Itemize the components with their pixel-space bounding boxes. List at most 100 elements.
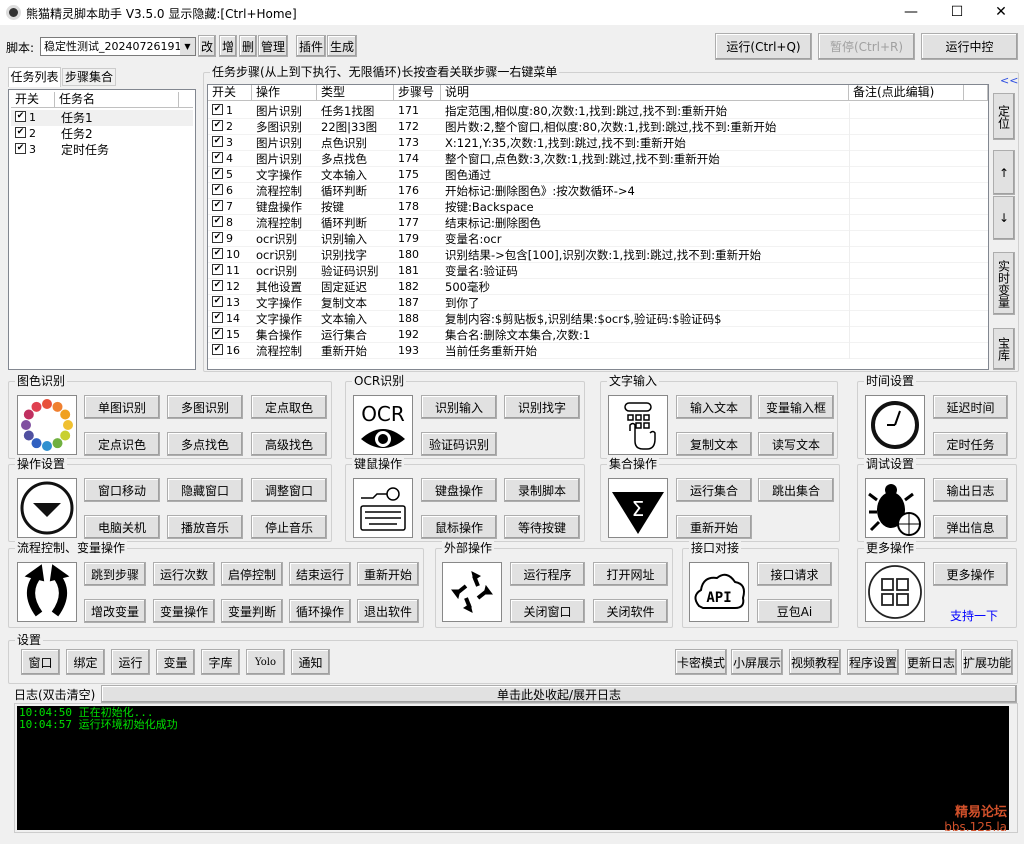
step-switch[interactable]: ✔ 8 (208, 215, 252, 231)
step-note-cell[interactable] (849, 263, 964, 279)
step-switch[interactable]: ✔ 6 (208, 183, 252, 199)
flow-button[interactable]: 运行次数 (153, 562, 215, 586)
color-button[interactable]: 单图识别 (84, 395, 160, 419)
checkbox-icon[interactable]: ✔ (212, 136, 223, 147)
time-button[interactable]: 延迟时间 (933, 395, 1008, 419)
settings-button[interactable]: 视频教程 (789, 649, 841, 675)
text-button[interactable]: 读写文本 (758, 432, 834, 456)
minimize-button[interactable]: — (888, 0, 934, 25)
step-switch[interactable]: ✔ 14 (208, 311, 252, 327)
step-row[interactable]: ✔ 3 图片识别 点色识别 173 X:121,Y:35,次数:1,找到:跳过,找不到:重… (208, 135, 988, 151)
chevron-down-icon[interactable]: ▼ (180, 38, 195, 55)
op-button[interactable]: 窗口移动 (84, 478, 160, 502)
checkbox-icon[interactable]: ✔ (212, 104, 223, 115)
support-link[interactable]: 支持一下 (950, 607, 998, 624)
flow-button[interactable]: 变量操作 (153, 599, 215, 623)
step-row[interactable]: ✔ 10 ocr识别 识别找字 180 识别结果->包含[100],识别次数:1,找到:跳… (208, 247, 988, 263)
step-note-cell[interactable] (849, 231, 964, 247)
task-switch[interactable]: ✔ 1 (11, 110, 55, 126)
op-button[interactable]: 隐藏窗口 (167, 478, 243, 502)
flow-button[interactable]: 结束运行 (289, 562, 351, 586)
flow-button[interactable]: 增改变量 (84, 599, 146, 623)
checkbox-icon[interactable]: ✔ (212, 216, 223, 227)
ext-button[interactable]: 关闭软件 (593, 599, 668, 623)
more-button[interactable]: 更多操作 (933, 562, 1008, 586)
add-script-button[interactable]: 增 (219, 35, 237, 57)
op-button[interactable]: 调整窗口 (251, 478, 327, 502)
close-button[interactable]: ✕ (978, 0, 1024, 25)
op-button[interactable]: 停止音乐 (251, 515, 327, 539)
checkbox-icon[interactable]: ✔ (212, 152, 223, 163)
settings-button[interactable]: 变量 (156, 649, 195, 675)
steps-table[interactable]: 开关 操作 类型 步骤号 说明 备注(点此编辑) ✔ 1 图片识别 任务1找图 171 指定范围,相… (207, 84, 989, 370)
generate-button[interactable]: 生成 (327, 35, 357, 57)
toggle-log-button[interactable]: 单击此处收起/展开日志 (101, 685, 1017, 703)
step-row[interactable]: ✔ 16 流程控制 重新开始 193 当前任务重新开始 (208, 343, 988, 359)
step-note-cell[interactable] (849, 199, 964, 215)
step-switch[interactable]: ✔ 16 (208, 343, 252, 359)
step-note-cell[interactable] (849, 183, 964, 199)
step-note-cell[interactable] (849, 295, 964, 311)
text-button[interactable]: 输入文本 (676, 395, 752, 419)
step-row[interactable]: ✔ 13 文字操作 复制文本 187 到你了 (208, 295, 988, 311)
step-switch[interactable]: ✔ 2 (208, 119, 252, 135)
checkbox-icon[interactable]: ✔ (212, 120, 223, 131)
steps-col-header[interactable]: 步骤号 (394, 85, 441, 101)
delete-script-button[interactable]: 删 (239, 35, 257, 57)
log-output[interactable]: 10:04:50 正在初始化... 10:04:57 运行环境初始化成功 (17, 706, 1009, 830)
task-switch[interactable]: ✔ 3 (11, 142, 55, 158)
checkbox-icon[interactable]: ✔ (15, 111, 26, 122)
script-select[interactable]: 稳定性测试_2024072619191 ▼ (40, 37, 196, 56)
live-variables-button[interactable]: 实时变量 (993, 252, 1015, 315)
settings-button[interactable]: 小屏展示 (731, 649, 783, 675)
ocr-button[interactable]: 验证码识别 (421, 432, 497, 456)
color-button[interactable]: 多点找色 (167, 432, 243, 456)
checkbox-icon[interactable]: ✔ (15, 143, 26, 154)
step-note-cell[interactable] (849, 343, 964, 359)
settings-button[interactable]: 更新日志 (905, 649, 957, 675)
collapse-button[interactable]: << (1000, 74, 1018, 87)
step-row[interactable]: ✔ 14 文字操作 文本输入 188 复制内容:$剪贴板$,识别结果:$ocr$,验证码:… (208, 311, 988, 327)
op-button[interactable]: 电脑关机 (84, 515, 160, 539)
step-row[interactable]: ✔ 6 流程控制 循环判断 176 开始标记:删除图色》:按次数循环->4 (208, 183, 988, 199)
km-button[interactable]: 等待按键 (504, 515, 580, 539)
flow-button[interactable]: 变量判断 (221, 599, 283, 623)
run-button[interactable]: 运行(Ctrl+Q) (715, 33, 812, 60)
settings-button[interactable]: 程序设置 (847, 649, 899, 675)
step-switch[interactable]: ✔ 13 (208, 295, 252, 311)
color-button[interactable]: 多图识别 (167, 395, 243, 419)
set-button[interactable]: 运行集合 (676, 478, 752, 502)
settings-button[interactable]: Yolo (246, 649, 285, 675)
text-button[interactable]: 变量输入框 (758, 395, 834, 419)
step-switch[interactable]: ✔ 7 (208, 199, 252, 215)
checkbox-icon[interactable]: ✔ (212, 248, 223, 259)
color-button[interactable]: 定点取色 (251, 395, 327, 419)
step-row[interactable]: ✔ 8 流程控制 循环判断 177 结束标记:删除图色 (208, 215, 988, 231)
task-row[interactable]: ✔ 2 任务2 (11, 126, 193, 142)
checkbox-icon[interactable]: ✔ (212, 232, 223, 243)
step-switch[interactable]: ✔ 9 (208, 231, 252, 247)
settings-button[interactable]: 字库 (201, 649, 240, 675)
task-list[interactable]: 开关 任务名 ✔ 1 任务1 ✔ 2 任务2 ✔ 3 定时任务 (8, 89, 196, 370)
log-scrollbar[interactable] (1009, 706, 1017, 830)
debug-button[interactable]: 输出日志 (933, 478, 1008, 502)
checkbox-icon[interactable]: ✔ (212, 184, 223, 195)
ocr-button[interactable]: 识别找字 (504, 395, 580, 419)
step-row[interactable]: ✔ 11 ocr识别 验证码识别 181 变量名:验证码 (208, 263, 988, 279)
color-button[interactable]: 定点识色 (84, 432, 160, 456)
step-switch[interactable]: ✔ 3 (208, 135, 252, 151)
step-note-cell[interactable] (849, 119, 964, 135)
steps-col-header[interactable]: 类型 (317, 85, 394, 101)
steps-col-header[interactable]: 说明 (441, 85, 849, 101)
flow-button[interactable]: 重新开始 (357, 562, 419, 586)
step-row[interactable]: ✔ 4 图片识别 多点找色 174 整个窗口,点色数:3,次数:1,找到:跳过,找不到:重… (208, 151, 988, 167)
plugin-button[interactable]: 插件 (296, 35, 326, 57)
debug-button[interactable]: 弹出信息 (933, 515, 1008, 539)
task-row[interactable]: ✔ 1 任务1 (11, 110, 193, 126)
steps-col-header[interactable] (964, 85, 988, 101)
step-row[interactable]: ✔ 5 文字操作 文本输入 175 图色通过 (208, 167, 988, 183)
settings-button[interactable]: 窗口 (21, 649, 60, 675)
step-row[interactable]: ✔ 9 ocr识别 识别输入 179 变量名:ocr (208, 231, 988, 247)
tab-task-list[interactable]: 任务列表 (8, 67, 61, 87)
step-note-cell[interactable] (849, 151, 964, 167)
